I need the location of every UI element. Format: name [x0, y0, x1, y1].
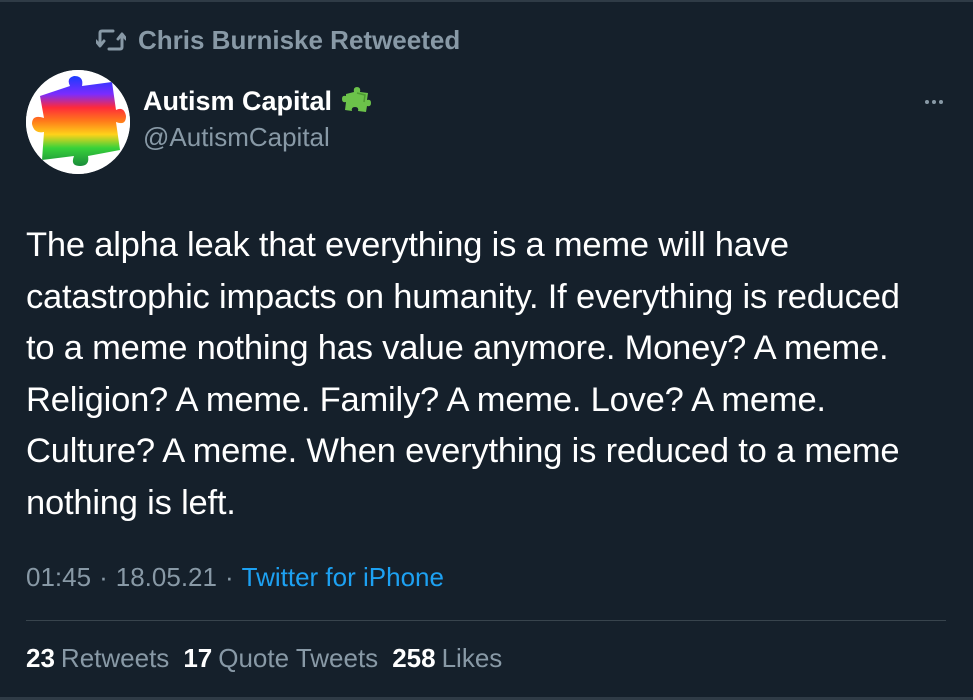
author-handle[interactable]: @AutismCapital	[143, 122, 330, 153]
tweet-time: 01:45	[26, 562, 92, 592]
retweet-icon	[96, 27, 126, 53]
retweets-stat[interactable]: 23 Retweets	[26, 643, 169, 674]
quote-tweets-stat[interactable]: 17 Quote Tweets	[183, 643, 378, 674]
tweet-date: 18.05.21	[115, 562, 217, 592]
retweet-banner-text: Chris Burniske Retweeted	[138, 24, 461, 55]
likes-count: 258	[392, 643, 436, 673]
likes-label: Likes	[441, 643, 503, 673]
top-border	[0, 0, 973, 2]
retweets-label: Retweets	[60, 643, 170, 673]
retweet-banner[interactable]: Chris Burniske Retweeted	[96, 22, 460, 58]
more-dot	[925, 100, 929, 104]
tweet-meta: 01:45 · 18.05.21 · Twitter for iPhone	[26, 562, 444, 593]
tweet-source-link[interactable]: Twitter for iPhone	[242, 562, 444, 593]
more-options-icon[interactable]	[922, 90, 946, 114]
puzzle-piece-icon	[342, 84, 372, 119]
author-name[interactable]: Autism Capital	[143, 86, 332, 117]
divider	[26, 620, 946, 621]
likes-stat[interactable]: 258 Likes	[392, 643, 502, 674]
tweet-text: The alpha leak that everything is a meme…	[26, 226, 900, 522]
quote-tweets-label: Quote Tweets	[218, 643, 379, 673]
quote-tweets-count: 17	[183, 643, 213, 673]
more-dot	[939, 100, 943, 104]
tweet-stats: 23 Retweets 17 Quote Tweets 258 Likes	[26, 643, 502, 674]
avatar[interactable]	[26, 70, 130, 174]
more-dot	[932, 100, 936, 104]
meta-separator: ·	[224, 562, 234, 592]
rainbow-puzzle-avatar-icon	[26, 70, 130, 174]
meta-separator: ·	[99, 562, 108, 592]
retweets-count: 23	[26, 643, 55, 673]
author-name-row[interactable]: Autism Capital	[143, 84, 372, 119]
